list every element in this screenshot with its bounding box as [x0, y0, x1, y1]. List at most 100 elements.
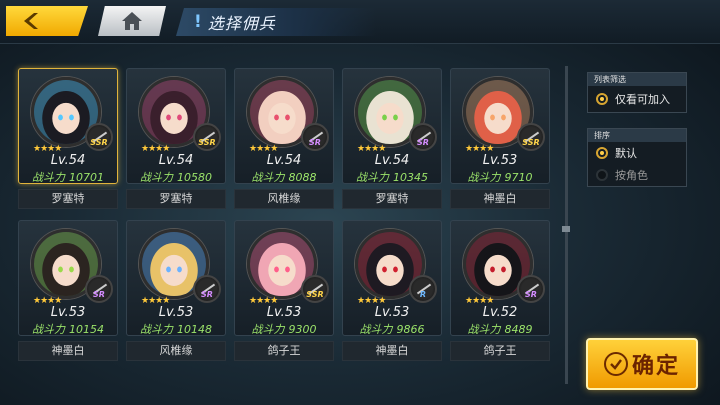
mercenary-card[interactable]: ★★★★ R Lv.53 战斗力 9866 神墨白 [342, 220, 442, 361]
back-button[interactable] [6, 6, 88, 36]
confirm-button[interactable]: 确定 [586, 338, 698, 390]
power-value: 9300 [288, 323, 317, 336]
mercenary-card-frame[interactable]: ★★★★ SR Lv.54 战斗力 8088 [234, 68, 334, 184]
rarity-badge: SR [201, 290, 213, 299]
weapon-icon: SSR [301, 275, 329, 303]
power-label: 战斗力 [467, 171, 501, 184]
radio-checked-icon [596, 147, 608, 159]
mercenary-name: 神墨白 [450, 189, 550, 209]
power-label: 战斗力 [32, 171, 65, 184]
mercenary-card[interactable]: ★★★★ SR Lv.54 战斗力 10345 罗塞特 [342, 68, 442, 209]
scroll-handle[interactable] [562, 226, 570, 232]
power-label: 战斗力 [251, 171, 285, 184]
mercenary-level: Lv.54 [50, 153, 86, 168]
weapon-icon: SR [301, 123, 329, 151]
mercenary-card-frame[interactable]: ★★★★ SSR Lv.53 战斗力 9300 [234, 220, 334, 336]
power-label: 战斗力 [140, 323, 173, 336]
mercenary-name: 神墨白 [342, 341, 442, 361]
filter-option-label: 仅看可加入 [615, 93, 670, 106]
mercenary-level: Lv.52 [482, 305, 518, 320]
sort-option-label: 默认 [615, 147, 637, 160]
confirm-label: 确定 [631, 353, 680, 379]
rarity-badge: SSR [198, 138, 216, 147]
mercenary-power: 战斗力 8088 [235, 169, 333, 185]
mercenary-card-frame[interactable]: ★★★★ SR Lv.53 战斗力 10154 [18, 220, 118, 336]
mercenary-power: 战斗力 9710 [451, 169, 549, 185]
mercenary-card-frame[interactable]: ★★★★ SR Lv.54 战斗力 10345 [342, 68, 442, 184]
mercenary-name: 罗塞特 [342, 189, 442, 209]
mercenary-card[interactable]: ★★★★ SSR Lv.53 战斗力 9710 神墨白 [450, 68, 550, 209]
mercenary-power: 战斗力 10580 [127, 169, 225, 185]
power-value: 10701 [69, 171, 104, 184]
sort-option-by-role[interactable]: 按角色 [588, 164, 686, 186]
power-label: 战斗力 [251, 323, 285, 336]
weapon-icon: SR [85, 275, 113, 303]
power-value: 10345 [393, 171, 428, 184]
mercenary-name: 风椎缘 [234, 189, 334, 209]
rarity-badge: SSR [306, 290, 324, 299]
mercenary-card-frame[interactable]: ★★★★ SSR Lv.54 战斗力 10580 [126, 68, 226, 184]
page-title: 选择佣兵 [207, 14, 276, 33]
rarity-badge: SR [525, 290, 537, 299]
mercenary-level: Lv.54 [374, 153, 410, 168]
sort-option-default[interactable]: 默认 [588, 142, 686, 164]
home-icon [122, 12, 142, 30]
home-button[interactable] [98, 6, 166, 36]
mercenary-level: Lv.53 [482, 153, 518, 168]
mercenary-power: 战斗力 10701 [19, 169, 117, 185]
list-filter-header: 列表筛选 [588, 73, 686, 86]
sort-header: 排序 [588, 129, 686, 142]
power-value: 10148 [177, 323, 212, 336]
weapon-icon: SR [517, 275, 545, 303]
mercenary-name: 罗塞特 [18, 189, 118, 209]
scroll-track[interactable] [565, 66, 568, 384]
mercenary-name: 鸽子王 [450, 341, 550, 361]
rarity-badge: R [419, 290, 427, 299]
chevron-left-icon [24, 13, 38, 29]
check-icon [603, 352, 628, 376]
mercenary-card[interactable]: ★★★★ SR Lv.54 战斗力 8088 风椎缘 [234, 68, 334, 209]
rarity-badge: SR [309, 138, 321, 147]
mercenary-card-frame[interactable]: ★★★★ SSR Lv.53 战斗力 9710 [450, 68, 550, 184]
mercenary-level: Lv.54 [266, 153, 302, 168]
mercenary-grid: ★★★★ SSR Lv.54 战斗力 10701 罗塞特 ★★★★ SSR Lv… [10, 60, 566, 380]
mercenary-card-frame[interactable]: ★★★★ SR Lv.53 战斗力 10148 [126, 220, 226, 336]
radio-checked-icon [596, 93, 608, 105]
mercenary-name: 鸽子王 [234, 341, 334, 361]
mercenary-card[interactable]: ★★★★ SR Lv.53 战斗力 10148 风椎缘 [126, 220, 226, 361]
mercenary-card[interactable]: ★★★★ SSR Lv.54 战斗力 10580 罗塞特 [126, 68, 226, 209]
mercenary-card[interactable]: ★★★★ SSR Lv.53 战斗力 9300 鸽子王 [234, 220, 334, 361]
mercenary-card[interactable]: ★★★★ SR Lv.52 战斗力 8489 鸽子王 [450, 220, 550, 361]
list-filter-panel: 列表筛选 仅看可加入 [587, 72, 687, 113]
mercenary-power: 战斗力 10345 [343, 169, 441, 185]
power-value: 9710 [504, 171, 533, 184]
weapon-icon: SR [193, 275, 221, 303]
power-label: 战斗力 [359, 323, 393, 336]
mercenary-level: Lv.53 [158, 305, 194, 320]
mercenary-name: 罗塞特 [126, 189, 226, 209]
power-value: 9866 [396, 323, 425, 336]
weapon-icon: SSR [193, 123, 221, 151]
weapon-icon: SSR [517, 123, 545, 151]
mercenary-power: 战斗力 8489 [451, 321, 549, 337]
exclamation-icon: ! [194, 12, 202, 32]
sort-option-label: 按角色 [615, 169, 648, 182]
mercenary-card-frame[interactable]: ★★★★ SR Lv.52 战斗力 8489 [450, 220, 550, 336]
power-label: 战斗力 [140, 171, 173, 184]
weapon-icon: R [409, 275, 437, 303]
filter-joinable-only[interactable]: 仅看可加入 [588, 86, 686, 112]
mercenary-name: 风椎缘 [126, 341, 226, 361]
rarity-badge: SSR [522, 138, 540, 147]
mercenary-level: Lv.53 [266, 305, 302, 320]
rarity-badge: SR [417, 138, 429, 147]
mercenary-card[interactable]: ★★★★ SSR Lv.54 战斗力 10701 罗塞特 [18, 68, 118, 209]
weapon-icon: SR [409, 123, 437, 151]
weapon-icon: SSR [85, 123, 113, 151]
rarity-badge: SSR [90, 138, 108, 147]
mercenary-card-frame[interactable]: ★★★★ R Lv.53 战斗力 9866 [342, 220, 442, 336]
mercenary-name: 神墨白 [18, 341, 118, 361]
mercenary-level: Lv.53 [374, 305, 410, 320]
mercenary-power: 战斗力 9300 [235, 321, 333, 337]
mercenary-card-frame[interactable]: ★★★★ SSR Lv.54 战斗力 10701 [18, 68, 118, 184]
mercenary-card[interactable]: ★★★★ SR Lv.53 战斗力 10154 神墨白 [18, 220, 118, 361]
